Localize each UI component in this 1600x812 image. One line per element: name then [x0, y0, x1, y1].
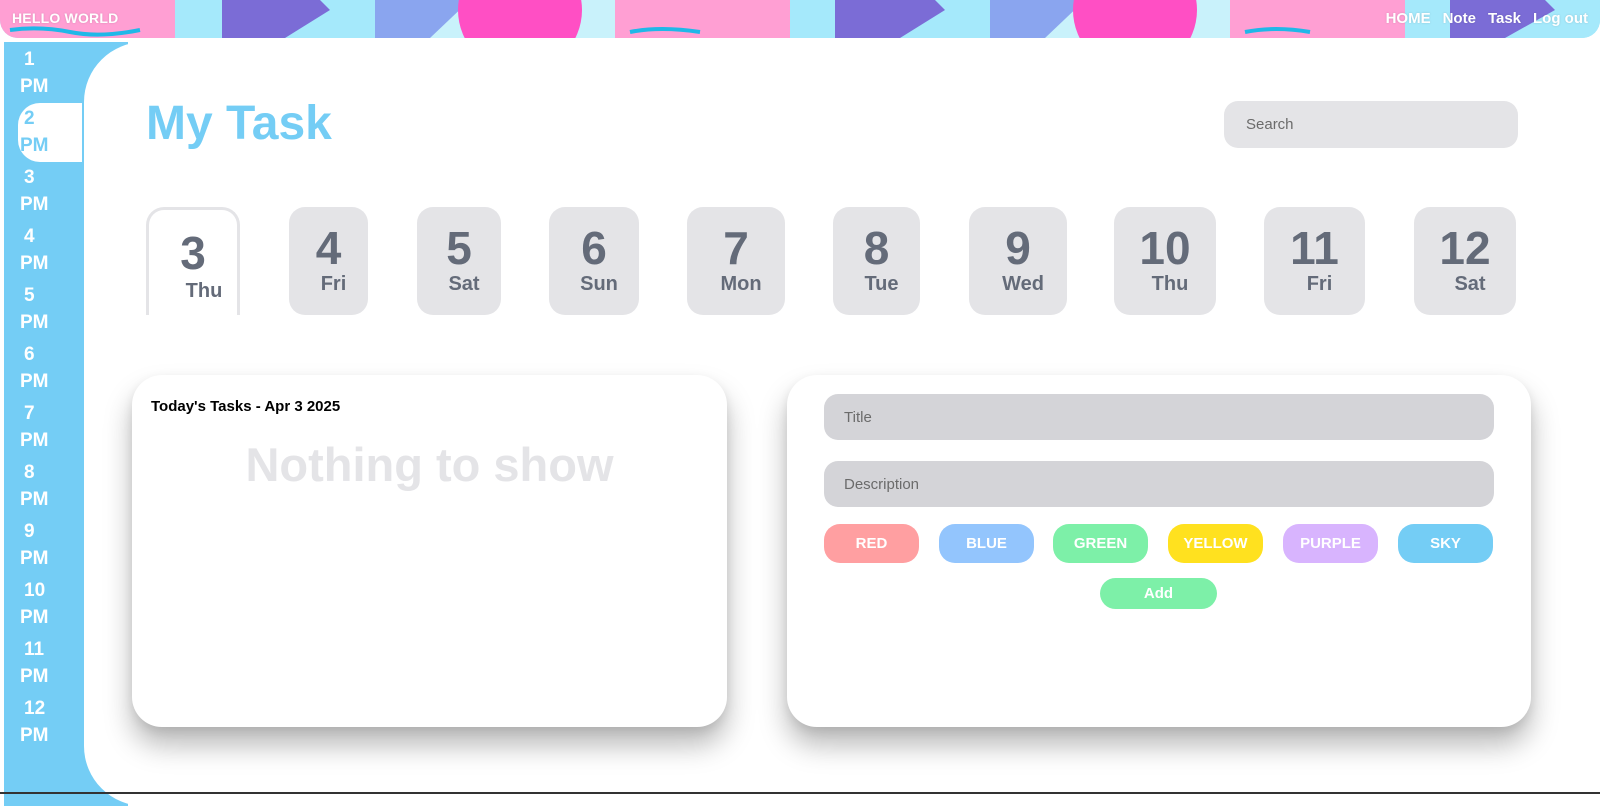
day-card[interactable]: 8 Tue: [833, 207, 920, 315]
time-slot-meridiem: PM: [20, 725, 49, 746]
time-slot[interactable]: 8 PM: [4, 457, 82, 516]
day-of-week: Sun: [580, 273, 618, 295]
day-card[interactable]: 5 Sat: [417, 207, 501, 315]
day-of-week: Tue: [864, 273, 899, 295]
time-slot-hour: 11: [24, 639, 45, 660]
new-task-form: RED BLUE GREEN YELLOW PURPLE SKY Add: [787, 375, 1531, 727]
time-slot-hour: 9: [24, 521, 35, 542]
brand-label: HELLO WORLD: [12, 10, 119, 26]
day-of-week: Fri: [1306, 273, 1333, 295]
day-number: 4: [315, 222, 342, 274]
time-slot-meridiem: PM: [20, 607, 49, 628]
time-slot-meridiem: PM: [20, 194, 49, 215]
day-card[interactable]: 7 Mon: [687, 207, 785, 315]
time-slot-meridiem: PM: [20, 666, 49, 687]
color-yellow-button[interactable]: YELLOW: [1168, 524, 1263, 563]
time-slot-hour: 5: [24, 285, 35, 306]
day-of-week: Mon: [720, 273, 762, 295]
day-of-week: Thu: [185, 280, 223, 302]
time-slot[interactable]: 3 PM: [4, 162, 82, 221]
time-slot-hour: 12: [24, 698, 46, 719]
time-slot-hour: 7: [24, 403, 35, 424]
time-slot-meridiem: PM: [20, 253, 49, 274]
day-of-week: Sat: [1454, 273, 1486, 295]
time-slot-hour: 1: [24, 49, 35, 70]
tasks-card: Today's Tasks - Apr 3 2025 Nothing to sh…: [132, 375, 727, 727]
description-input[interactable]: [824, 461, 1494, 507]
day-of-week: Fri: [320, 273, 347, 295]
day-number: 11: [1290, 222, 1339, 274]
day-card[interactable]: 6 Sun: [549, 207, 639, 315]
top-navbar: HELLO WORLD HOME Note Task Log out: [0, 0, 1600, 38]
time-slot[interactable]: 11 PM: [4, 634, 82, 693]
nav-note[interactable]: Note: [1443, 10, 1476, 27]
time-slot-meridiem: PM: [20, 371, 49, 392]
day-number: 3: [180, 227, 206, 279]
top-nav: HOME Note Task Log out: [1386, 10, 1588, 27]
day-of-week: Wed: [1002, 273, 1044, 295]
day-number: 12: [1439, 222, 1491, 274]
search-input[interactable]: [1224, 101, 1518, 148]
banner-pattern: [0, 0, 1600, 38]
time-slot-meridiem: PM: [20, 135, 49, 156]
time-list: 1 PM 2 PM 3 PM 4 PM 5 PM 6 PM 7 PM 8 PM 9 PM 10 PM 11 PM 12 PM: [4, 44, 82, 752]
day-number: 10: [1139, 222, 1191, 274]
day-number: 7: [723, 222, 749, 274]
time-slot[interactable]: 1 PM: [4, 44, 82, 103]
day-number: 9: [1005, 222, 1031, 274]
time-slot-hour: 3: [24, 167, 35, 188]
color-purple-button[interactable]: PURPLE: [1283, 524, 1378, 563]
time-slot[interactable]: 10 PM: [4, 575, 82, 634]
day-number: 6: [581, 222, 607, 274]
day-card[interactable]: 10 Thu: [1114, 207, 1216, 315]
day-card[interactable]: 9 Wed: [969, 207, 1067, 315]
time-slot-hour: 2: [24, 108, 35, 129]
time-slot-meridiem: PM: [20, 312, 49, 333]
time-slot-hour: 4: [24, 226, 35, 247]
time-slot[interactable]: 4 PM: [4, 221, 82, 280]
add-button[interactable]: Add: [1100, 578, 1217, 609]
nav-task[interactable]: Task: [1488, 10, 1521, 27]
day-card[interactable]: 12 Sat: [1414, 207, 1516, 315]
day-number: 8: [863, 222, 890, 274]
color-blue-button[interactable]: BLUE: [939, 524, 1034, 563]
time-slot-meridiem: PM: [20, 489, 49, 510]
time-slot-meridiem: PM: [20, 430, 49, 451]
color-green-button[interactable]: GREEN: [1053, 524, 1148, 563]
day-card[interactable]: 11 Fri: [1264, 207, 1365, 315]
color-red-button[interactable]: RED: [824, 524, 919, 563]
day-of-week: Thu: [1151, 273, 1189, 295]
time-slot[interactable]: 9 PM: [4, 516, 82, 575]
time-slot[interactable]: 5 PM: [4, 280, 82, 339]
page-title: My Task: [146, 97, 332, 150]
day-card[interactable]: 4 Fri: [289, 207, 368, 315]
nav-logout[interactable]: Log out: [1533, 10, 1588, 27]
nav-home[interactable]: HOME: [1386, 10, 1431, 27]
time-slot[interactable]: 12 PM: [4, 693, 82, 752]
time-slot-meridiem: PM: [20, 76, 49, 97]
day-number: 5: [446, 222, 472, 274]
time-slot-hour: 6: [24, 344, 35, 365]
empty-state: Nothing to show: [245, 438, 614, 491]
color-sky-button[interactable]: SKY: [1398, 524, 1493, 563]
time-slot[interactable]: 6 PM: [4, 339, 82, 398]
tasks-heading: Today's Tasks - Apr 3 2025: [151, 398, 341, 415]
day-card[interactable]: 3 Thu: [146, 207, 240, 315]
time-slot[interactable]: 7 PM: [4, 398, 82, 457]
time-slot[interactable]: 2 PM: [18, 103, 82, 162]
title-input[interactable]: [824, 394, 1494, 440]
time-slot-meridiem: PM: [20, 548, 49, 569]
day-of-week: Sat: [448, 273, 480, 295]
time-slot-hour: 8: [24, 462, 35, 483]
window-bottom-border: [0, 792, 1600, 794]
time-slot-hour: 10: [24, 580, 46, 601]
